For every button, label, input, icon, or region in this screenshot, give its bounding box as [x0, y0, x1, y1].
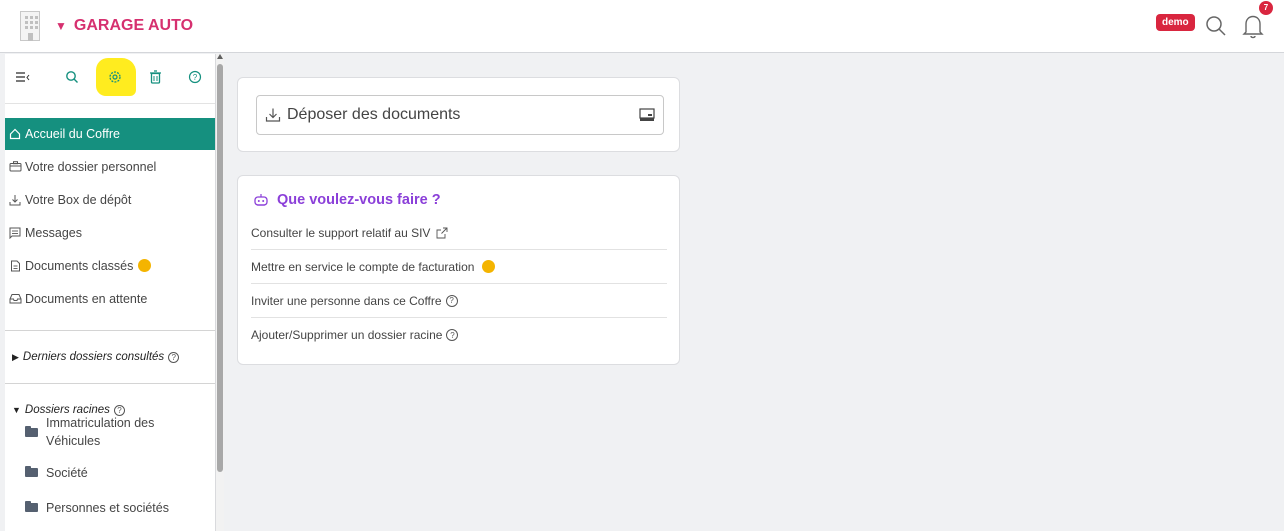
action-activate-billing[interactable]: Mettre en service le compte de facturati… [251, 250, 667, 284]
sidebar-item-label: Votre Box de dépôt [25, 192, 132, 207]
home-icon [5, 128, 25, 140]
action-label: Mettre en service le compte de facturati… [251, 259, 475, 274]
actions-title-text: Que voulez-vous faire ? [277, 192, 441, 208]
sidebar-item-deposit-box[interactable]: Votre Box de dépôt [5, 183, 215, 216]
folder-item[interactable]: Société [5, 456, 215, 489]
collapse-menu-icon[interactable] [13, 67, 33, 87]
app-switcher[interactable]: ▼ GARAGE AUTO [55, 17, 193, 35]
gear-icon[interactable] [105, 67, 125, 87]
sidebar-item-label: Documents en attente [25, 291, 148, 306]
inbox-icon [5, 293, 25, 304]
deposit-card: Déposer des documents [237, 77, 680, 152]
download-icon [265, 108, 281, 122]
folder-label-line: Véhicules [46, 434, 101, 448]
search-icon[interactable] [1204, 14, 1228, 38]
action-consult-siv-support[interactable]: Consulter le support relatif au SIV [251, 216, 667, 250]
folder-item[interactable]: Immatriculation des Véhicules [5, 412, 215, 452]
app-name: GARAGE AUTO [73, 17, 194, 34]
caret-down-icon: ▼ [55, 19, 67, 33]
search-icon[interactable] [62, 67, 82, 87]
caret-right-icon: ▶ [12, 351, 19, 362]
sidebar-item-personal-folder[interactable]: Votre dossier personnel [5, 150, 215, 183]
help-icon[interactable]: ? [445, 294, 458, 307]
bell-icon[interactable] [1241, 12, 1265, 40]
download-icon [5, 194, 25, 206]
status-dot [482, 260, 496, 273]
trash-icon[interactable] [145, 67, 165, 87]
notification-count-badge: 7 [1259, 1, 1273, 15]
folder-item[interactable]: Personnes et sociétés [5, 491, 215, 524]
sidebar-item-label: Messages [25, 225, 82, 240]
sidebar-toolbar: ? [5, 54, 215, 104]
folder-icon [25, 425, 38, 437]
message-icon [5, 227, 25, 239]
help-icon[interactable]: ? [446, 329, 459, 341]
folder-icon [25, 466, 38, 477]
deposit-documents-button[interactable]: Déposer des documents [256, 95, 664, 135]
sidebar-scrollbar[interactable] [216, 54, 224, 531]
scroll-thumb[interactable] [217, 64, 223, 472]
scanner-icon[interactable] [639, 108, 655, 122]
sidebar-item-label: Votre dossier personnel [25, 159, 157, 174]
briefcase-icon [5, 161, 25, 172]
folder-label: Société [46, 465, 88, 480]
top-bar: ▼ GARAGE AUTO demo 7 [0, 0, 1284, 53]
svg-text:?: ? [193, 73, 198, 82]
actions-title: Que voulez-vous faire ? [253, 192, 441, 208]
external-link-icon [436, 227, 448, 238]
status-dot [138, 259, 152, 272]
sidebar-item-label: Documents classés [25, 258, 134, 273]
robot-icon [254, 194, 268, 206]
folder-label: Immatriculation des Véhicules [46, 414, 154, 450]
sidebar-nav: Accueil du Coffre Votre dossier personne… [5, 104, 215, 315]
action-label: Consulter le support relatif au SIV [251, 225, 431, 240]
action-manage-root-folder[interactable]: Ajouter/Supprimer un dossier racine ? [251, 318, 667, 352]
action-label: Ajouter/Supprimer un dossier racine [251, 328, 443, 342]
actions-card: Que voulez-vous faire ? Consulter le sup… [237, 175, 680, 365]
scroll-up-arrow[interactable] [217, 54, 223, 59]
sidebar-item-classified-docs[interactable]: Documents classés [5, 249, 215, 282]
sidebar: ? Accueil du Coffre Votre dossier person… [5, 54, 216, 531]
env-badge: demo [1156, 14, 1195, 31]
action-label: Inviter une personne dans ce Coffre [251, 293, 442, 308]
help-icon[interactable]: ? [168, 351, 180, 363]
help-icon[interactable]: ? [185, 67, 205, 87]
sidebar-item-messages[interactable]: Messages [5, 216, 215, 249]
action-invite-person[interactable]: Inviter une personne dans ce Coffre ? [251, 284, 667, 318]
document-icon [5, 260, 25, 272]
sidebar-item-label: Accueil du Coffre [25, 127, 120, 141]
recent-folders-title: Derniers dossiers consultés [22, 351, 165, 363]
deposit-label: Déposer des documents [287, 106, 461, 123]
building-icon[interactable] [20, 11, 40, 41]
sidebar-item-pending-docs[interactable]: Documents en attente [5, 282, 215, 315]
folder-label: Personnes et sociétés [46, 500, 169, 515]
sidebar-item-home[interactable]: Accueil du Coffre [5, 118, 215, 150]
recent-folders-toggle[interactable]: ▶ Derniers dossiers consultés ? [5, 331, 215, 383]
action-list: Consulter le support relatif au SIV Mett… [251, 216, 667, 352]
folder-icon [25, 501, 38, 512]
folder-label-line: Immatriculation des [46, 416, 155, 430]
